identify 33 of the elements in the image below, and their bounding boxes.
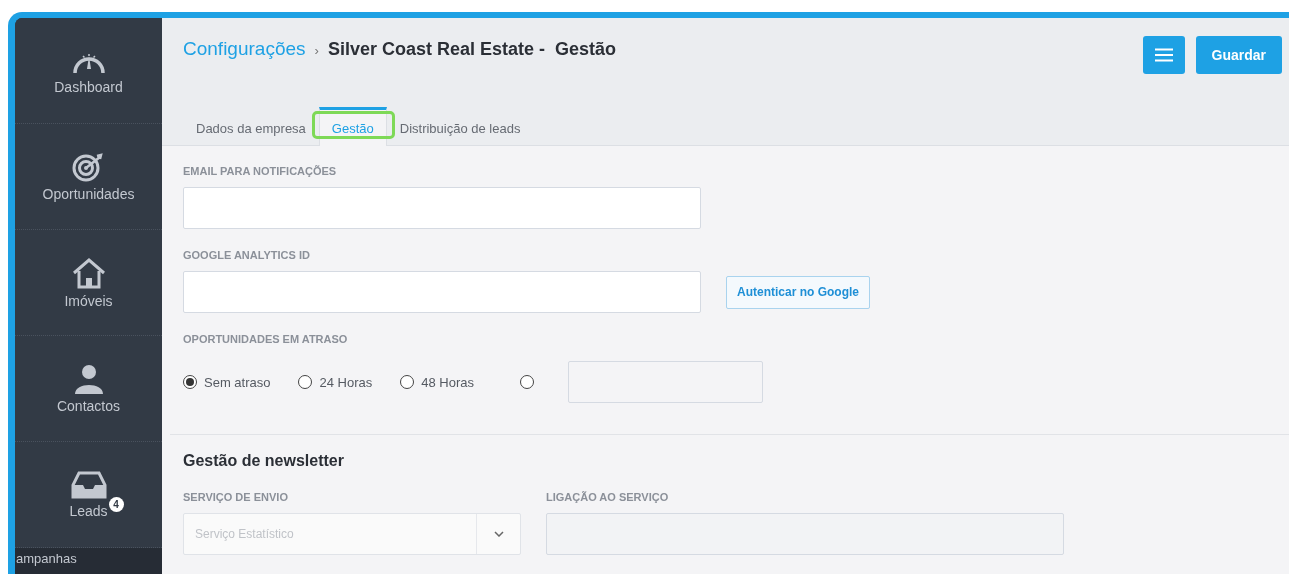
target-icon: [71, 151, 106, 182]
radio-button[interactable]: [298, 375, 313, 389]
field-label: LIGAÇÃO AO SERVIÇO: [546, 491, 670, 503]
service-link-field[interactable]: [546, 513, 1064, 555]
field-label: EMAIL PARA NOTIFICAÇÕES: [183, 165, 338, 177]
custom-delay-field[interactable]: [568, 361, 763, 403]
save-button[interactable]: Guardar: [1195, 36, 1282, 74]
page-title: Silver Coast Real Estate - Gestão: [327, 39, 616, 60]
breadcrumb-link[interactable]: Configurações: [183, 38, 306, 60]
google-auth-button[interactable]: Autenticar no Google: [726, 275, 870, 309]
inbox-icon: [70, 470, 107, 499]
field-label: SERVIÇO DE ENVIO: [183, 491, 289, 503]
radio-button[interactable]: [183, 375, 197, 389]
tab[interactable]: Distribuição de leads: [386, 107, 534, 146]
email-field[interactable]: [183, 187, 701, 229]
analytics-id-field[interactable]: [183, 271, 701, 313]
field-label: GOOGLE ANALYTICS ID: [183, 249, 311, 261]
chevron-down-icon: [493, 531, 504, 537]
radio-button[interactable]: [520, 375, 534, 389]
radio-label: Sem atraso: [204, 374, 271, 390]
person-icon: [72, 363, 105, 394]
field-label: OPORTUNIDADES EM ATRASO: [183, 333, 349, 345]
radio-label: 48 Horas: [421, 374, 474, 390]
menu-icon: [1154, 48, 1173, 62]
house-icon: [70, 256, 107, 289]
breadcrumb-separator: ›: [314, 43, 319, 58]
radio-button[interactable]: [400, 375, 415, 389]
radio-label: 24 Horas: [319, 374, 373, 390]
sidebar-item[interactable]: ampanhas: [15, 548, 162, 574]
menu-button[interactable]: [1142, 36, 1185, 74]
count-badge: 4: [108, 496, 124, 512]
tab[interactable]: Dados da empresa: [183, 107, 319, 146]
section-heading: Gestão de newsletter: [183, 452, 345, 470]
